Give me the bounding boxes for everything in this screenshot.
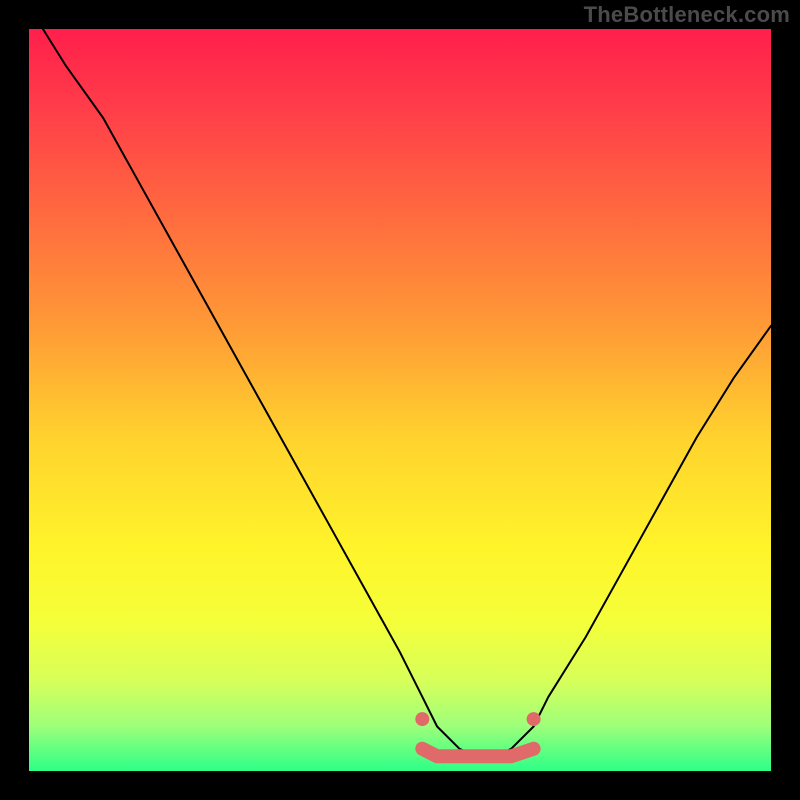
optimal-range-marker: [422, 749, 533, 757]
plot-background: [29, 29, 771, 771]
chart-stage: TheBottleneck.com: [0, 0, 800, 800]
watermark-label: TheBottleneck.com: [584, 2, 790, 28]
marker-endpoint-right: [527, 712, 541, 726]
marker-endpoint-left: [415, 712, 429, 726]
bottleneck-chart: [0, 0, 800, 800]
